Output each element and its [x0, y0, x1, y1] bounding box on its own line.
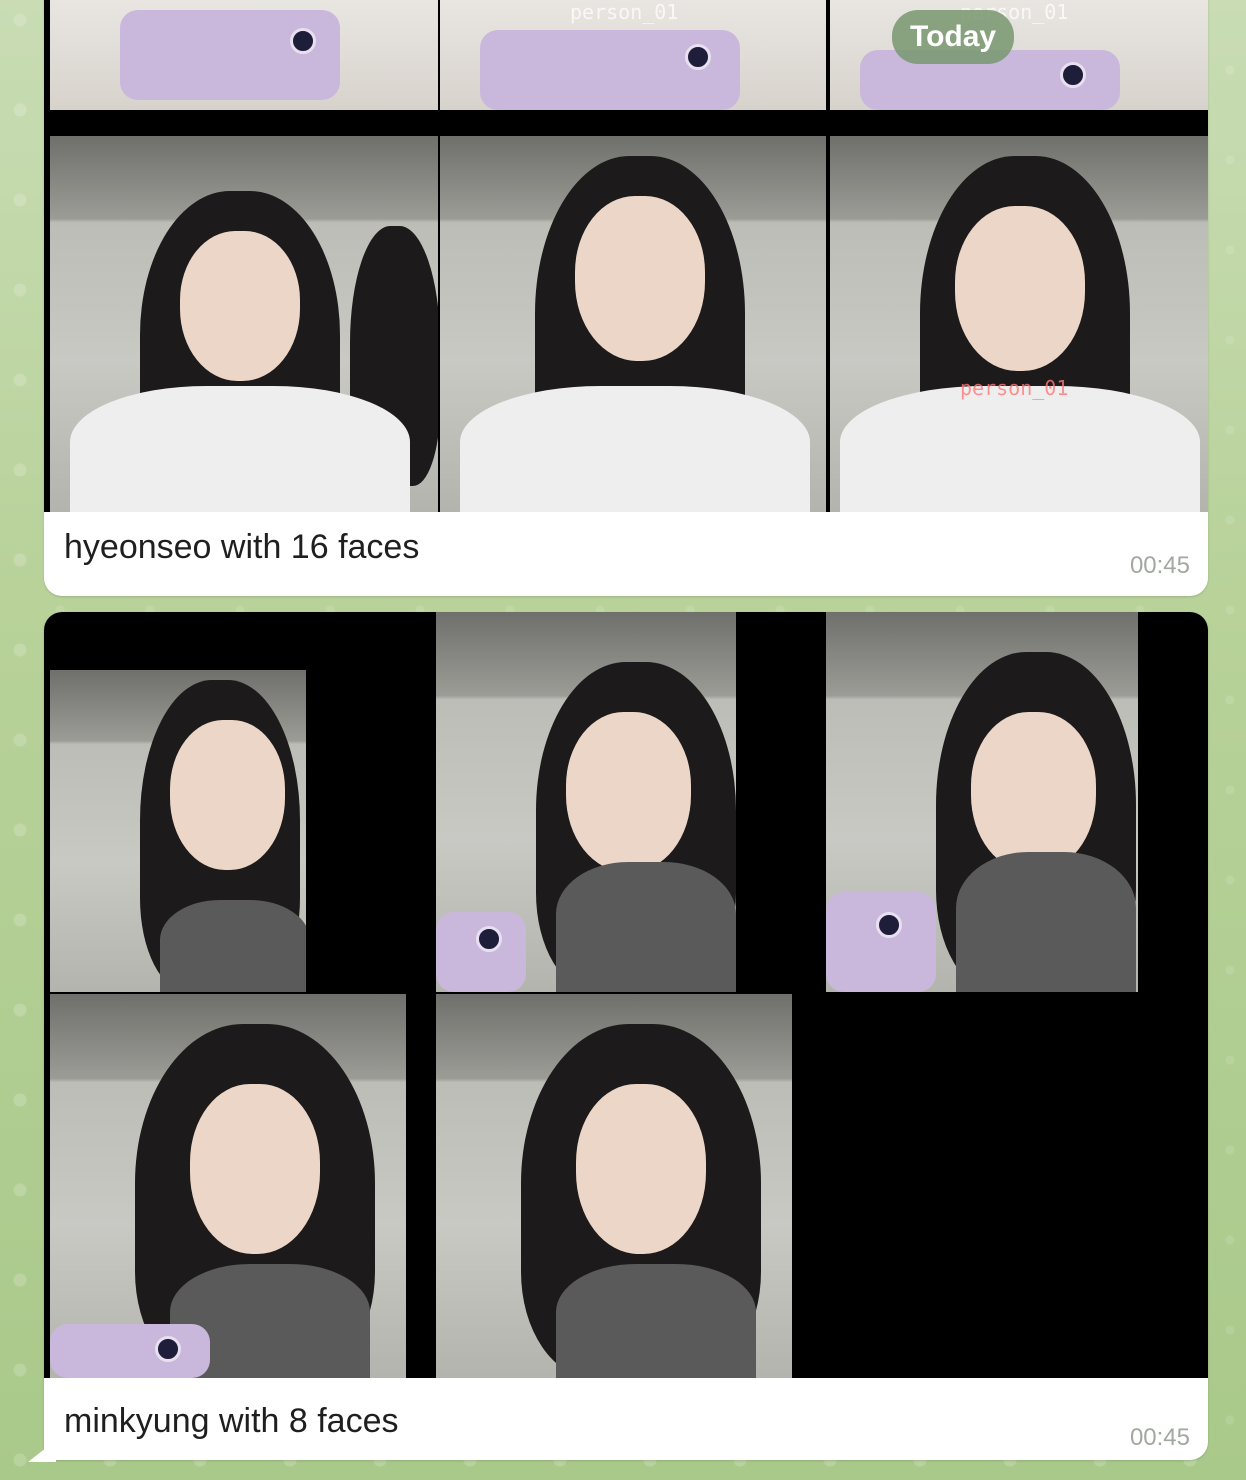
photo-message-hyeonseo[interactable]: person_01 person_01 Today person_01 hyeo…	[44, 0, 1208, 596]
phone-in-photo	[436, 912, 526, 992]
detection-label: person_01	[960, 376, 1069, 400]
face	[170, 720, 285, 870]
phone-in-photo	[826, 892, 936, 992]
photo-thumbnail[interactable]	[50, 136, 438, 512]
face	[955, 206, 1085, 371]
message-time: 00:45	[1129, 552, 1190, 579]
photo-thumbnail[interactable]	[436, 612, 736, 992]
photo-thumbnail[interactable]: person_01	[440, 0, 826, 110]
face	[190, 1084, 320, 1254]
photo-thumbnail[interactable]	[436, 994, 792, 1378]
date-pill-today: Today	[892, 10, 1015, 64]
message-caption: hyeonseo with 16 faces	[64, 528, 420, 566]
photo-message-minkyung[interactable]: minkyung with 8 faces 00:45	[44, 612, 1208, 1460]
photo-thumbnail[interactable]	[50, 994, 406, 1378]
face	[566, 712, 691, 872]
face	[575, 196, 705, 361]
photo-thumbnail[interactable]	[440, 136, 826, 512]
photo-thumbnail[interactable]	[50, 670, 306, 992]
detection-label: person_01	[570, 0, 679, 24]
photo-grid[interactable]	[44, 612, 1208, 1378]
photo-thumbnail[interactable]	[50, 0, 438, 110]
face	[180, 231, 300, 381]
photo-thumbnail[interactable]: person_01	[830, 0, 1208, 110]
message-caption: minkyung with 8 faces	[64, 1402, 399, 1440]
phone-in-photo	[50, 1324, 210, 1378]
face	[971, 712, 1096, 872]
message-time: 00:45	[1129, 1424, 1190, 1451]
face	[576, 1084, 706, 1254]
photo-grid[interactable]: person_01 person_01 Today person_01	[44, 0, 1208, 512]
photo-thumbnail[interactable]	[826, 612, 1138, 992]
phone-in-photo	[480, 30, 740, 110]
phone-in-photo	[120, 10, 340, 100]
photo-thumbnail[interactable]: person_01	[830, 136, 1208, 512]
